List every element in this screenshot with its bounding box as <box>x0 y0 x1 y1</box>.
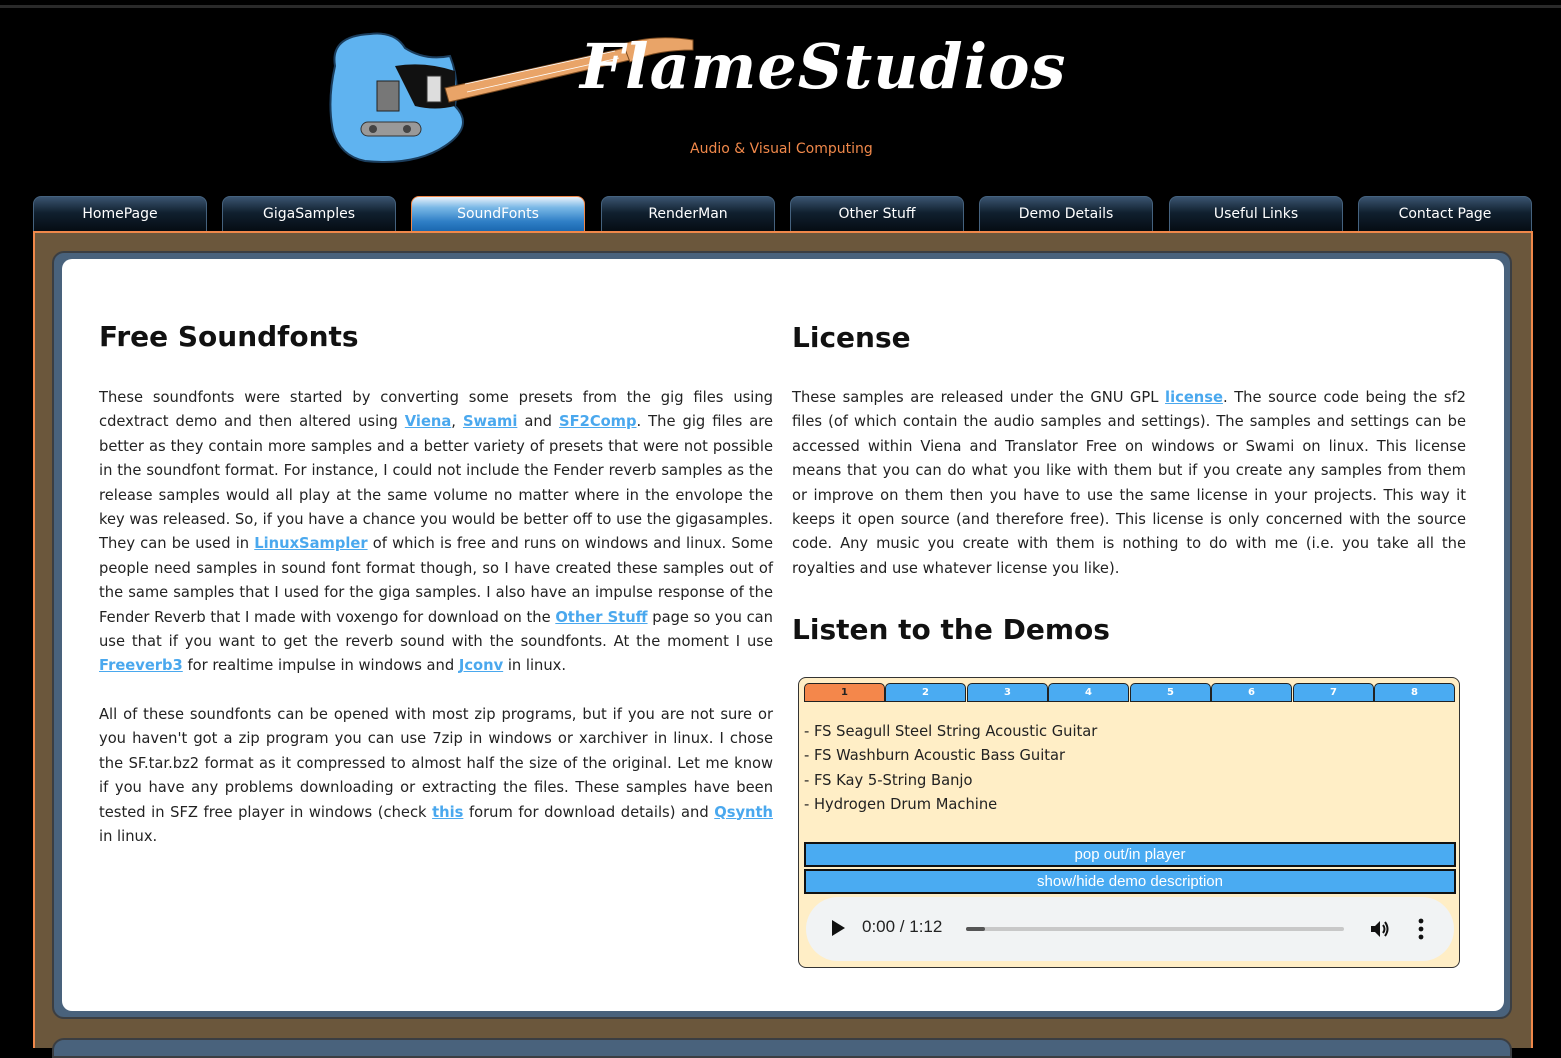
demo-tab-8[interactable]: 8 <box>1374 683 1455 702</box>
text-span: . The gig files are better as they conta… <box>99 413 773 553</box>
list-item: - FS Kay 5-String Banjo <box>804 771 973 789</box>
page-title: Free Soundfonts <box>99 320 359 353</box>
nav-tab-renderman[interactable]: RenderMan <box>601 196 775 232</box>
list-item: - FS Washburn Acoustic Bass Guitar <box>804 747 1066 765</box>
text-span: , <box>451 413 463 431</box>
right-column: License These samples are released under… <box>792 321 1466 646</box>
text-span: forum for download details) and <box>463 803 715 821</box>
nav-tab-gigasamples[interactable]: GigaSamples <box>222 196 396 232</box>
popout-player-button[interactable]: pop out/in player <box>804 842 1456 867</box>
nav-tab-useful-links[interactable]: Useful Links <box>1169 196 1343 232</box>
intro-paragraph: These soundfonts were started by convert… <box>99 386 773 679</box>
download-paragraph: All of these soundfonts can be opened wi… <box>99 703 773 849</box>
demo-tab-3[interactable]: 3 <box>967 683 1048 702</box>
linuxsampler-link[interactable]: LinuxSampler <box>254 535 367 552</box>
demos-title: Listen to the Demos <box>792 613 1110 647</box>
license-link[interactable]: license <box>1165 389 1223 406</box>
audio-time: 0:00 / 1:12 <box>862 917 943 936</box>
left-column: Free Soundfonts These soundfonts were st… <box>99 320 773 849</box>
site-header: FlameStudios Audio & Visual Computing <box>0 0 1561 195</box>
text-span: in linux. <box>99 827 158 845</box>
jconv-link[interactable]: Jconv <box>459 657 503 674</box>
demo-player: 1 2 3 4 5 6 7 8 - FS Seagull Steel Strin… <box>798 677 1460 968</box>
volume-icon[interactable] <box>1368 917 1392 941</box>
nav-tab-homepage[interactable]: HomePage <box>33 196 207 232</box>
audio-player: 0:00 / 1:12 <box>806 897 1454 961</box>
nav-tab-contact-page[interactable]: Contact Page <box>1358 196 1532 232</box>
more-options-icon[interactable] <box>1418 918 1424 940</box>
nav-tab-soundfonts[interactable]: SoundFonts <box>411 196 585 232</box>
demo-tab-4[interactable]: 4 <box>1048 683 1129 702</box>
next-panel-border <box>52 1038 1512 1058</box>
viena-link[interactable]: Viena <box>405 413 451 430</box>
license-paragraph: These samples are released under the GNU… <box>792 386 1466 581</box>
site-logo-text: FlameStudios <box>580 30 1067 103</box>
site-tagline: Audio & Visual Computing <box>690 141 873 157</box>
qsynth-link[interactable]: Qsynth <box>714 804 773 821</box>
audio-progress <box>966 927 985 931</box>
nav-tab-demo-details[interactable]: Demo Details <box>979 196 1153 232</box>
text-span: These samples are released under the GNU… <box>792 389 1166 406</box>
show-hide-description-button[interactable]: show/hide demo description <box>804 869 1456 894</box>
text-span: in linux. <box>503 657 567 675</box>
text-span: . The source code being the sf2 files (o… <box>792 389 1466 577</box>
list-item: - Hydrogen Drum Machine <box>804 796 998 814</box>
play-icon[interactable] <box>832 920 845 936</box>
nav-tab-other-stuff[interactable]: Other Stuff <box>790 196 964 232</box>
text-span: and <box>517 413 559 431</box>
demo-tabs: 1 2 3 4 5 6 7 8 <box>804 683 1455 702</box>
text-span: for realtime impulse in windows and <box>182 657 459 675</box>
license-title: License <box>792 321 911 354</box>
audio-seek-bar[interactable] <box>966 927 1344 931</box>
list-item: - FS Seagull Steel String Acoustic Guita… <box>804 723 1098 740</box>
this-forum-link[interactable]: this <box>432 804 463 821</box>
demo-tab-1[interactable]: 1 <box>804 683 885 702</box>
demo-tab-5[interactable]: 5 <box>1130 683 1211 702</box>
main-nav: HomePage GigaSamples SoundFonts RenderMa… <box>33 196 1533 232</box>
freeverb3-link[interactable]: Freeverb3 <box>99 657 183 674</box>
swami-link[interactable]: Swami <box>463 413 517 430</box>
demo-tab-2[interactable]: 2 <box>885 683 966 702</box>
demo-description: - FS Seagull Steel String Acoustic Guita… <box>804 720 1097 818</box>
demo-tab-6[interactable]: 6 <box>1211 683 1292 702</box>
sf2comp-link[interactable]: SF2Comp <box>559 413 637 430</box>
demo-tab-7[interactable]: 7 <box>1293 683 1374 702</box>
other-stuff-link[interactable]: Other Stuff <box>555 609 647 626</box>
